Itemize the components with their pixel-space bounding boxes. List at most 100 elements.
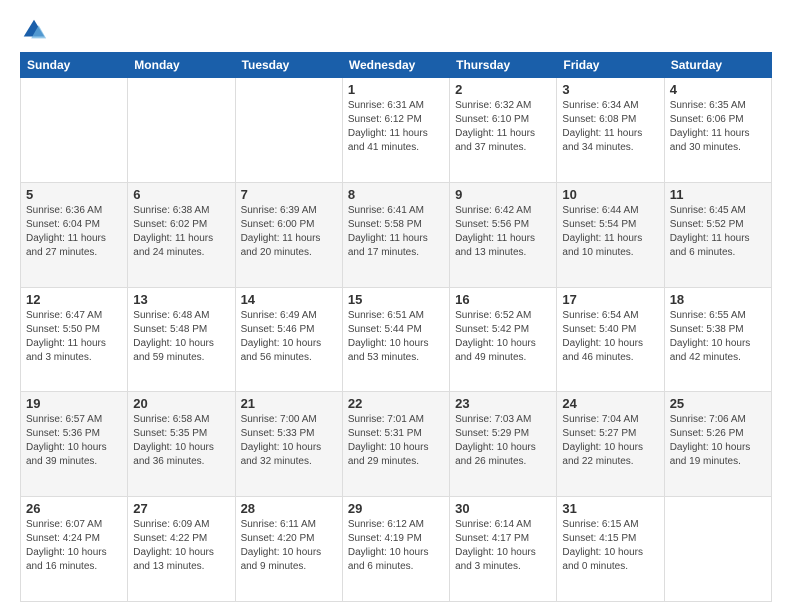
- day-number: 28: [241, 501, 337, 516]
- calendar-cell: [21, 78, 128, 183]
- day-header-sunday: Sunday: [21, 53, 128, 78]
- calendar-cell: [128, 78, 235, 183]
- day-info: Sunrise: 6:38 AM Sunset: 6:02 PM Dayligh…: [133, 204, 229, 260]
- day-number: 5: [26, 187, 122, 202]
- day-number: 9: [455, 187, 551, 202]
- day-header-friday: Friday: [557, 53, 664, 78]
- day-number: 19: [26, 396, 122, 411]
- calendar-cell: 29Sunrise: 6:12 AM Sunset: 4:19 PM Dayli…: [342, 497, 449, 602]
- day-info: Sunrise: 7:03 AM Sunset: 5:29 PM Dayligh…: [455, 413, 551, 469]
- day-header-wednesday: Wednesday: [342, 53, 449, 78]
- calendar-cell: 21 Sunrise: 7:00 AM Sunset: 5:33 PM Dayli…: [235, 392, 342, 497]
- day-info: Sunrise: 6:14 AM Sunset: 4:17 PM Dayligh…: [455, 518, 551, 574]
- day-info: Sunrise: 6:36 AM Sunset: 6:04 PM Dayligh…: [26, 204, 122, 260]
- day-info: Sunrise: 6:15 AM Sunset: 4:15 PM Dayligh…: [562, 518, 658, 574]
- day-header-monday: Monday: [128, 53, 235, 78]
- calendar-cell: 31 Sunrise: 6:15 AM Sunset: 4:15 PM Dayli…: [557, 497, 664, 602]
- day-info: Sunrise: 7:01 AM Sunset: 5:31 PM Dayligh…: [348, 413, 444, 469]
- calendar-cell: 15Sunrise: 6:51 AM Sunset: 5:44 PM Dayli…: [342, 287, 449, 392]
- day-number: 4: [670, 82, 766, 97]
- day-info: Sunrise: 6:35 AM Sunset: 6:06 PM Dayligh…: [670, 99, 766, 155]
- day-number: 30: [455, 501, 551, 516]
- day-number: 25: [670, 396, 766, 411]
- day-number: 26: [26, 501, 122, 516]
- calendar-cell: 5 Sunrise: 6:36 AM Sunset: 6:04 PM Daylig…: [21, 182, 128, 287]
- day-number: 31: [562, 501, 658, 516]
- calendar-cell: 20 Sunrise: 6:58 AM Sunset: 5:35 PM Dayli…: [128, 392, 235, 497]
- day-info: Sunrise: 6:11 AM Sunset: 4:20 PM Dayligh…: [241, 518, 337, 574]
- week-row-4: 19 Sunrise: 6:57 AM Sunset: 5:36 PM Dayli…: [21, 392, 772, 497]
- day-number: 23: [455, 396, 551, 411]
- day-info: Sunrise: 6:48 AM Sunset: 5:48 PM Dayligh…: [133, 309, 229, 365]
- calendar-cell: 9Sunrise: 6:42 AM Sunset: 5:56 PM Daylig…: [450, 182, 557, 287]
- week-row-5: 26 Sunrise: 6:07 AM Sunset: 4:24 PM Dayli…: [21, 497, 772, 602]
- day-info: Sunrise: 6:47 AM Sunset: 5:50 PM Dayligh…: [26, 309, 122, 365]
- day-number: 17: [562, 292, 658, 307]
- week-row-2: 5 Sunrise: 6:36 AM Sunset: 6:04 PM Daylig…: [21, 182, 772, 287]
- day-number: 16: [455, 292, 551, 307]
- calendar-cell: 19 Sunrise: 6:57 AM Sunset: 5:36 PM Dayli…: [21, 392, 128, 497]
- logo: [20, 16, 52, 44]
- calendar-cell: 17 Sunrise: 6:54 AM Sunset: 5:40 PM Dayli…: [557, 287, 664, 392]
- calendar-cell: 11Sunrise: 6:45 AM Sunset: 5:52 PM Dayli…: [664, 182, 771, 287]
- calendar-cell: 12 Sunrise: 6:47 AM Sunset: 5:50 PM Dayli…: [21, 287, 128, 392]
- day-header-saturday: Saturday: [664, 53, 771, 78]
- day-number: 27: [133, 501, 229, 516]
- header: [20, 16, 772, 44]
- calendar-cell: 4 Sunrise: 6:35 AM Sunset: 6:06 PM Daylig…: [664, 78, 771, 183]
- day-number: 7: [241, 187, 337, 202]
- calendar-cell: 16Sunrise: 6:52 AM Sunset: 5:42 PM Dayli…: [450, 287, 557, 392]
- calendar-header-row: SundayMondayTuesdayWednesdayThursdayFrid…: [21, 53, 772, 78]
- day-info: Sunrise: 6:55 AM Sunset: 5:38 PM Dayligh…: [670, 309, 766, 365]
- day-number: 8: [348, 187, 444, 202]
- day-info: Sunrise: 6:39 AM Sunset: 6:00 PM Dayligh…: [241, 204, 337, 260]
- day-info: Sunrise: 6:09 AM Sunset: 4:22 PM Dayligh…: [133, 518, 229, 574]
- calendar-cell: 1 Sunrise: 6:31 AM Sunset: 6:12 PM Daylig…: [342, 78, 449, 183]
- calendar-cell: 13 Sunrise: 6:48 AM Sunset: 5:48 PM Dayli…: [128, 287, 235, 392]
- day-number: 13: [133, 292, 229, 307]
- calendar-cell: [664, 497, 771, 602]
- day-info: Sunrise: 6:32 AM Sunset: 6:10 PM Dayligh…: [455, 99, 551, 155]
- day-number: 12: [26, 292, 122, 307]
- calendar-cell: 27 Sunrise: 6:09 AM Sunset: 4:22 PM Dayli…: [128, 497, 235, 602]
- day-info: Sunrise: 6:44 AM Sunset: 5:54 PM Dayligh…: [562, 204, 658, 260]
- day-header-thursday: Thursday: [450, 53, 557, 78]
- day-number: 21: [241, 396, 337, 411]
- day-number: 10: [562, 187, 658, 202]
- calendar-cell: 26 Sunrise: 6:07 AM Sunset: 4:24 PM Dayli…: [21, 497, 128, 602]
- calendar-table: SundayMondayTuesdayWednesdayThursdayFrid…: [20, 52, 772, 602]
- day-header-tuesday: Tuesday: [235, 53, 342, 78]
- day-number: 22: [348, 396, 444, 411]
- day-info: Sunrise: 6:07 AM Sunset: 4:24 PM Dayligh…: [26, 518, 122, 574]
- day-number: 3: [562, 82, 658, 97]
- day-info: Sunrise: 6:31 AM Sunset: 6:12 PM Dayligh…: [348, 99, 444, 155]
- day-number: 15: [348, 292, 444, 307]
- week-row-3: 12 Sunrise: 6:47 AM Sunset: 5:50 PM Dayli…: [21, 287, 772, 392]
- calendar-cell: 3Sunrise: 6:34 AM Sunset: 6:08 PM Daylig…: [557, 78, 664, 183]
- day-info: Sunrise: 6:54 AM Sunset: 5:40 PM Dayligh…: [562, 309, 658, 365]
- day-number: 1: [348, 82, 444, 97]
- day-number: 20: [133, 396, 229, 411]
- day-info: Sunrise: 6:41 AM Sunset: 5:58 PM Dayligh…: [348, 204, 444, 260]
- calendar-cell: 10 Sunrise: 6:44 AM Sunset: 5:54 PM Dayli…: [557, 182, 664, 287]
- calendar-cell: 24Sunrise: 7:04 AM Sunset: 5:27 PM Dayli…: [557, 392, 664, 497]
- day-info: Sunrise: 6:57 AM Sunset: 5:36 PM Dayligh…: [26, 413, 122, 469]
- calendar-cell: 8 Sunrise: 6:41 AM Sunset: 5:58 PM Daylig…: [342, 182, 449, 287]
- calendar-cell: 18 Sunrise: 6:55 AM Sunset: 5:38 PM Dayli…: [664, 287, 771, 392]
- day-number: 18: [670, 292, 766, 307]
- day-info: Sunrise: 6:45 AM Sunset: 5:52 PM Dayligh…: [670, 204, 766, 260]
- logo-icon: [20, 16, 48, 44]
- page: SundayMondayTuesdayWednesdayThursdayFrid…: [0, 0, 792, 612]
- calendar-cell: 23 Sunrise: 7:03 AM Sunset: 5:29 PM Dayli…: [450, 392, 557, 497]
- calendar-cell: 14Sunrise: 6:49 AM Sunset: 5:46 PM Dayli…: [235, 287, 342, 392]
- week-row-1: 1 Sunrise: 6:31 AM Sunset: 6:12 PM Daylig…: [21, 78, 772, 183]
- calendar-cell: 22 Sunrise: 7:01 AM Sunset: 5:31 PM Dayli…: [342, 392, 449, 497]
- calendar-cell: [235, 78, 342, 183]
- calendar-cell: 28 Sunrise: 6:11 AM Sunset: 4:20 PM Dayli…: [235, 497, 342, 602]
- calendar-cell: 25Sunrise: 7:06 AM Sunset: 5:26 PM Dayli…: [664, 392, 771, 497]
- day-info: Sunrise: 6:49 AM Sunset: 5:46 PM Dayligh…: [241, 309, 337, 365]
- day-number: 2: [455, 82, 551, 97]
- day-info: Sunrise: 7:04 AM Sunset: 5:27 PM Dayligh…: [562, 413, 658, 469]
- day-info: Sunrise: 7:00 AM Sunset: 5:33 PM Dayligh…: [241, 413, 337, 469]
- day-info: Sunrise: 6:58 AM Sunset: 5:35 PM Dayligh…: [133, 413, 229, 469]
